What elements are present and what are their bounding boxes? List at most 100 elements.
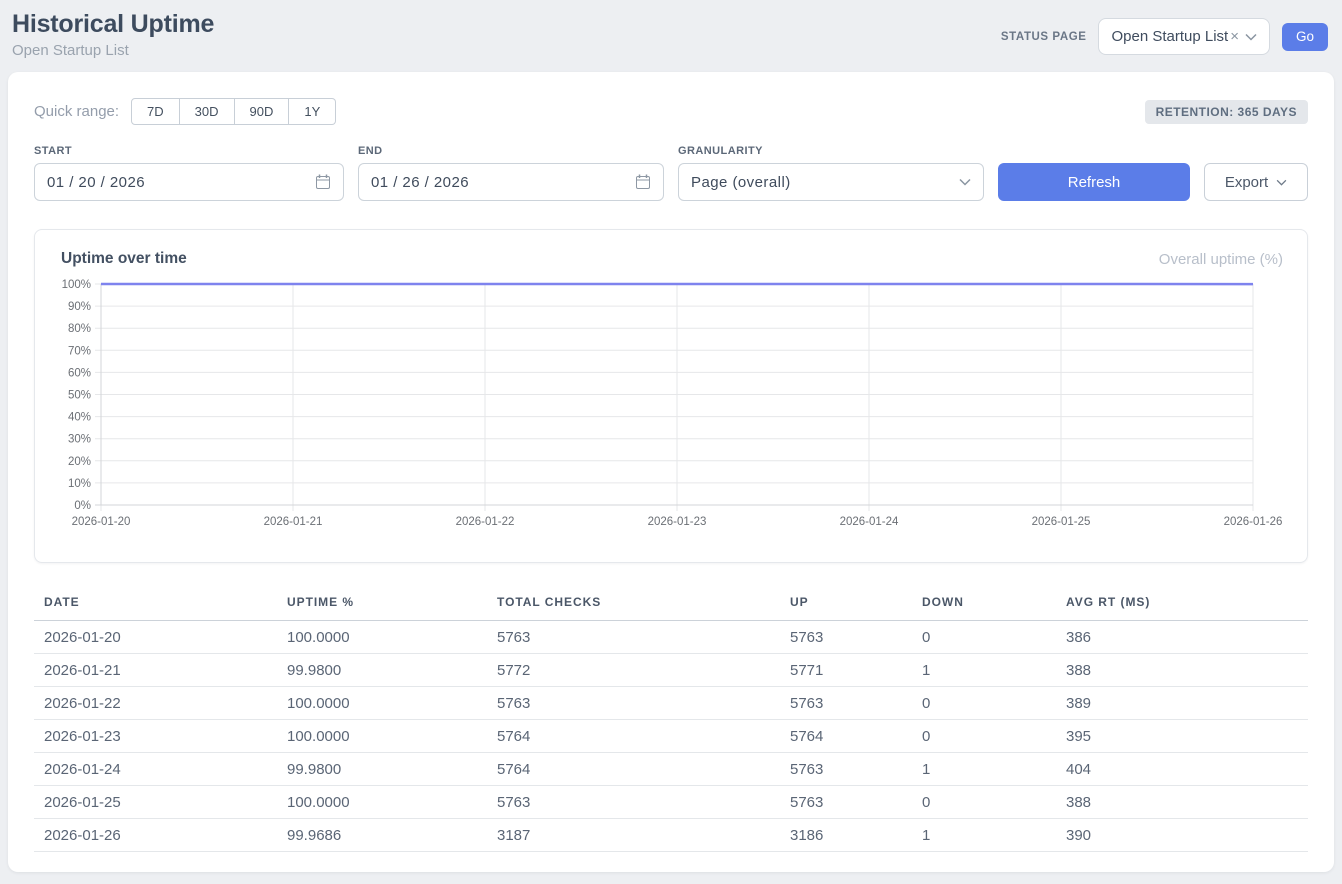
table-cell: 100.0000 <box>277 786 487 819</box>
table-row: 2026-01-2199.9800577257711388 <box>34 654 1308 687</box>
quick-range-7d[interactable]: 7D <box>131 98 180 125</box>
table-header-row: DATEUPTIME %TOTAL CHECKSUPDOWNAVG RT (MS… <box>34 587 1308 621</box>
uptime-table: DATEUPTIME %TOTAL CHECKSUPDOWNAVG RT (MS… <box>34 587 1308 852</box>
filters-row: START 01 / 20 / 2026 END 01 / 26 / 2026 … <box>34 145 1308 201</box>
table-cell: 389 <box>1056 687 1308 720</box>
chart-title: Uptime over time <box>61 250 187 268</box>
table-cell: 100.0000 <box>277 687 487 720</box>
table-row: 2026-01-2699.9686318731861390 <box>34 819 1308 852</box>
main-panel: Quick range: 7D30D90D1Y RETENTION: 365 D… <box>8 72 1334 872</box>
table-cell: 2026-01-21 <box>34 654 277 687</box>
svg-text:2026-01-25: 2026-01-25 <box>1032 516 1091 528</box>
table-cell: 5764 <box>487 720 780 753</box>
svg-text:2026-01-24: 2026-01-24 <box>840 516 899 528</box>
table-cell: 0 <box>912 786 1056 819</box>
start-date-input[interactable]: 01 / 20 / 2026 <box>34 163 344 201</box>
end-date-value: 01 / 26 / 2026 <box>371 174 469 191</box>
table-cell: 0 <box>912 687 1056 720</box>
status-page-select[interactable]: Open Startup List × <box>1098 18 1270 55</box>
table-cell: 5763 <box>487 786 780 819</box>
svg-text:2026-01-22: 2026-01-22 <box>456 516 515 528</box>
status-page-select-value: Open Startup List <box>1111 28 1228 45</box>
table-cell: 5763 <box>487 687 780 720</box>
refresh-button[interactable]: Refresh <box>998 163 1190 201</box>
svg-text:2026-01-26: 2026-01-26 <box>1224 516 1283 528</box>
table-row: 2026-01-23100.0000576457640395 <box>34 720 1308 753</box>
export-button-label: Export <box>1225 174 1268 191</box>
table-row: 2026-01-25100.0000576357630388 <box>34 786 1308 819</box>
svg-text:20%: 20% <box>68 456 91 468</box>
table-cell: 1 <box>912 819 1056 852</box>
table-cell: 5763 <box>780 753 912 786</box>
calendar-icon[interactable] <box>315 174 331 190</box>
svg-text:2026-01-21: 2026-01-21 <box>264 516 323 528</box>
uptime-chart: 0%10%20%30%40%50%60%70%80%90%100%2026-01… <box>59 276 1285 534</box>
table-cell: 5763 <box>780 687 912 720</box>
svg-text:2026-01-20: 2026-01-20 <box>72 516 131 528</box>
table-cell: 1 <box>912 753 1056 786</box>
page-title: Historical Uptime <box>12 10 214 39</box>
page-header: Historical Uptime Open Startup List STAT… <box>0 0 1342 72</box>
retention-badge: RETENTION: 365 DAYS <box>1145 100 1308 124</box>
table-cell: 1 <box>912 654 1056 687</box>
column-header: UPTIME % <box>277 587 487 621</box>
chart-card: Uptime over time Overall uptime (%) 0% 10… <box>34 229 1308 563</box>
table-cell: 5763 <box>780 786 912 819</box>
table-cell: 404 <box>1056 753 1308 786</box>
svg-text:80%: 80% <box>68 323 91 335</box>
column-header: AVG RT (MS) <box>1056 587 1308 621</box>
granularity-label: GRANULARITY <box>678 145 984 157</box>
quick-range-30d[interactable]: 30D <box>180 98 235 125</box>
page-subtitle: Open Startup List <box>12 42 214 59</box>
table-cell: 0 <box>912 720 1056 753</box>
table-cell: 0 <box>912 621 1056 654</box>
table-cell: 5764 <box>780 720 912 753</box>
svg-text:10%: 10% <box>68 478 91 490</box>
svg-text:50%: 50% <box>68 390 91 402</box>
table-cell: 5771 <box>780 654 912 687</box>
svg-text:90%: 90% <box>68 301 91 313</box>
table-cell: 2026-01-20 <box>34 621 277 654</box>
clear-icon[interactable]: × <box>1230 28 1239 45</box>
start-label: START <box>34 145 344 157</box>
chevron-down-icon <box>1245 33 1257 41</box>
svg-text:30%: 30% <box>68 434 91 446</box>
column-header: UP <box>780 587 912 621</box>
column-header: TOTAL CHECKS <box>487 587 780 621</box>
granularity-select[interactable]: Page (overall) <box>678 163 984 201</box>
table-cell: 100.0000 <box>277 621 487 654</box>
table-cell: 395 <box>1056 720 1308 753</box>
table-row: 2026-01-2499.9800576457631404 <box>34 753 1308 786</box>
export-button[interactable]: Export <box>1204 163 1308 201</box>
svg-text:0%: 0% <box>74 500 91 512</box>
end-label: END <box>358 145 664 157</box>
table-body: 2026-01-20100.00005763576303862026-01-21… <box>34 621 1308 852</box>
table-cell: 99.9686 <box>277 819 487 852</box>
svg-text:70%: 70% <box>68 345 91 357</box>
table-cell: 3187 <box>487 819 780 852</box>
svg-text:60%: 60% <box>68 367 91 379</box>
chevron-down-icon <box>1276 179 1287 186</box>
quick-range-row: Quick range: 7D30D90D1Y RETENTION: 365 D… <box>34 98 1308 125</box>
quick-range-90d[interactable]: 90D <box>235 98 290 125</box>
table-cell: 388 <box>1056 654 1308 687</box>
calendar-icon[interactable] <box>635 174 651 190</box>
uptime-table-section: DATEUPTIME %TOTAL CHECKSUPDOWNAVG RT (MS… <box>34 587 1308 852</box>
table-cell: 386 <box>1056 621 1308 654</box>
table-cell: 99.9800 <box>277 654 487 687</box>
table-row: 2026-01-20100.0000576357630386 <box>34 621 1308 654</box>
svg-text:100%: 100% <box>62 279 91 291</box>
end-date-input[interactable]: 01 / 26 / 2026 <box>358 163 664 201</box>
chevron-down-icon <box>959 178 971 186</box>
table-cell: 5764 <box>487 753 780 786</box>
quick-range-1y[interactable]: 1Y <box>289 98 336 125</box>
status-page-label: STATUS PAGE <box>1001 31 1087 43</box>
granularity-value: Page (overall) <box>691 174 791 191</box>
table-cell: 5763 <box>780 621 912 654</box>
quick-range-label: Quick range: <box>34 103 119 120</box>
table-cell: 2026-01-22 <box>34 687 277 720</box>
chart-legend: Overall uptime (%) <box>1159 251 1283 268</box>
go-button[interactable]: Go <box>1282 23 1328 51</box>
table-cell: 99.9800 <box>277 753 487 786</box>
table-cell: 2026-01-25 <box>34 786 277 819</box>
